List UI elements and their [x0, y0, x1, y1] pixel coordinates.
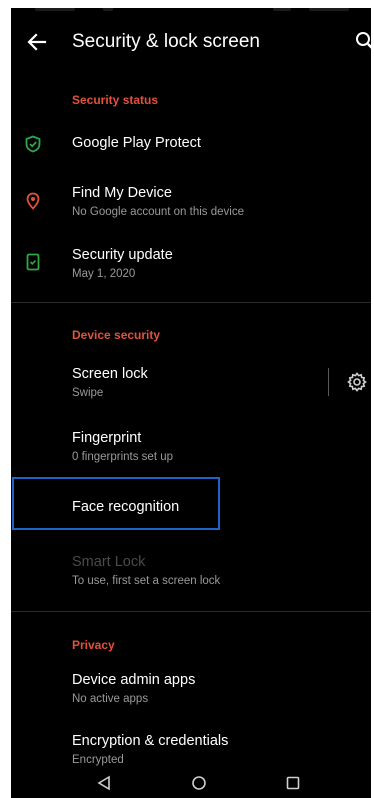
item-subtitle: Swipe [72, 387, 104, 399]
app-bar: Security & lock screen [11, 22, 371, 64]
triangle-back-icon[interactable] [95, 774, 113, 792]
list-item-encryption-credentials[interactable]: Encryption & credentials Encrypted [11, 727, 371, 771]
section-divider [11, 302, 371, 303]
section-header-privacy: Privacy [72, 638, 115, 652]
arrow-back-icon[interactable] [25, 30, 49, 54]
item-title: Device admin apps [72, 672, 196, 688]
section-divider [11, 611, 371, 612]
search-icon[interactable] [351, 30, 371, 52]
item-title: Find My Device [72, 185, 172, 201]
location-pin-icon [26, 192, 40, 210]
phone-update-icon [26, 253, 40, 271]
list-item-find-my-device[interactable]: Find My Device No Google account on this… [11, 180, 371, 224]
item-title: Screen lock [72, 366, 148, 382]
item-title: Google Play Protect [72, 135, 201, 151]
list-item-fingerprint[interactable]: Fingerprint 0 fingerprints set up [11, 424, 371, 468]
section-header-device-security: Device security [72, 328, 161, 342]
vertical-separator [328, 368, 329, 396]
item-subtitle: To use, first set a screen lock [72, 575, 221, 587]
list-item-screen-lock[interactable]: Screen lock Swipe [11, 360, 321, 404]
item-subtitle: No Google account on this device [72, 206, 244, 218]
item-subtitle: 0 fingerprints set up [72, 451, 174, 463]
phone-screen: Security & lock screen Security status G… [11, 8, 371, 798]
list-item-security-update[interactable]: Security update May 1, 2020 [11, 241, 371, 285]
item-subtitle: May 1, 2020 [72, 268, 136, 280]
list-item-smart-lock: Smart Lock To use, first set a screen lo… [11, 548, 371, 592]
page-title: Security & lock screen [72, 31, 260, 52]
section-header-security-status: Security status [72, 93, 159, 107]
circle-home-icon[interactable] [190, 774, 208, 792]
item-subtitle: Encrypted [72, 754, 124, 766]
item-title: Fingerprint [72, 430, 142, 446]
status-bar [11, 8, 371, 14]
focus-highlight [12, 477, 220, 530]
gear-icon[interactable] [347, 372, 367, 392]
item-subtitle: No active apps [72, 693, 149, 705]
item-title: Encryption & credentials [72, 733, 229, 749]
navigation-bar [11, 766, 371, 798]
shield-check-icon [25, 135, 41, 153]
list-item-device-admin-apps[interactable]: Device admin apps No active apps [11, 666, 371, 710]
item-title: Smart Lock [72, 554, 146, 570]
item-title: Security update [72, 247, 173, 263]
list-item-google-play-protect[interactable]: Google Play Protect [11, 124, 371, 164]
square-recents-icon[interactable] [284, 774, 302, 792]
